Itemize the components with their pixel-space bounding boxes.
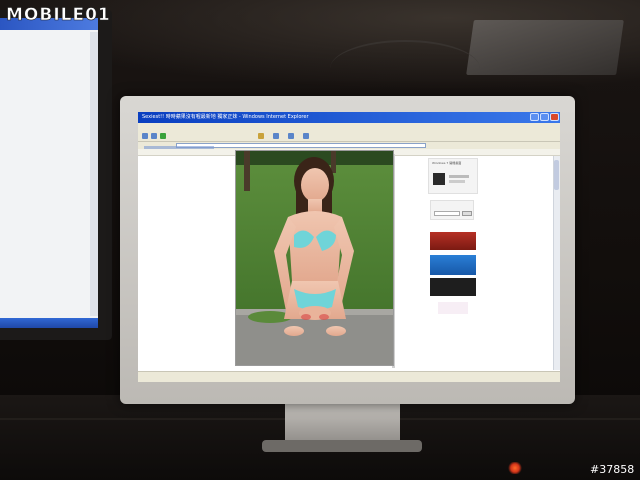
sidebar-ad-logo[interactable]	[438, 302, 468, 314]
back-icon[interactable]	[142, 133, 148, 139]
home-icon[interactable]	[273, 133, 279, 139]
browser-window-title: Sexiest!! 時時蘋果沒有喔最新地 獨家正妹 - Windows Inte…	[142, 114, 309, 120]
sidebar-text-line	[449, 180, 465, 183]
papers-on-shelf	[466, 20, 624, 75]
minimize-button[interactable]	[530, 113, 539, 121]
photo-id-label: #37858	[590, 463, 635, 476]
sidebar-search-button[interactable]	[462, 211, 472, 216]
print-icon[interactable]	[288, 133, 294, 139]
browser-statusbar	[138, 371, 560, 382]
browser-menubar	[138, 123, 560, 131]
swimsuit-model-photo	[235, 150, 394, 366]
red-led-light	[508, 462, 522, 474]
monitor-stand	[285, 402, 400, 444]
browser-toolbar	[138, 131, 560, 142]
main-monitor-screen: Sexiest!! 時時蘋果沒有喔最新地 獨家正妹 - Windows Inte…	[138, 112, 560, 382]
sidebar-caption: Windows 7 開機畫面	[432, 161, 462, 165]
mobile01-watermark: MOBILE01	[6, 5, 111, 26]
sidebar-ad-dark[interactable]	[430, 278, 476, 296]
refresh-icon[interactable]	[160, 133, 166, 139]
page-link[interactable]	[144, 146, 214, 149]
cables	[330, 40, 480, 97]
monitor-stand-base	[262, 440, 422, 452]
photo-illustration	[236, 151, 393, 365]
close-button[interactable]	[550, 113, 559, 121]
left-monitor-screen	[0, 18, 98, 328]
sidebar-search-widget	[430, 200, 474, 220]
sidebar-news-widget[interactable]: Windows 7 開機畫面	[428, 158, 478, 194]
page-icon[interactable]	[303, 133, 309, 139]
forward-icon[interactable]	[151, 133, 157, 139]
browser-titlebar: Sexiest!! 時時蘋果沒有喔最新地 獨家正妹 - Windows Inte…	[138, 112, 560, 123]
browser-scroll-thumb[interactable]	[554, 160, 559, 190]
sidebar-ad-red[interactable]	[430, 232, 476, 250]
sidebar-search-input[interactable]	[434, 211, 460, 216]
left-monitor-taskbar	[0, 318, 98, 328]
sidebar-text-line	[449, 175, 469, 178]
favorites-icon[interactable]	[258, 133, 264, 139]
maximize-button[interactable]	[540, 113, 549, 121]
sidebar-ad-blue[interactable]	[430, 255, 476, 275]
sidebar-thumbnail[interactable]	[433, 173, 445, 185]
left-monitor-scrollbar	[90, 32, 98, 316]
